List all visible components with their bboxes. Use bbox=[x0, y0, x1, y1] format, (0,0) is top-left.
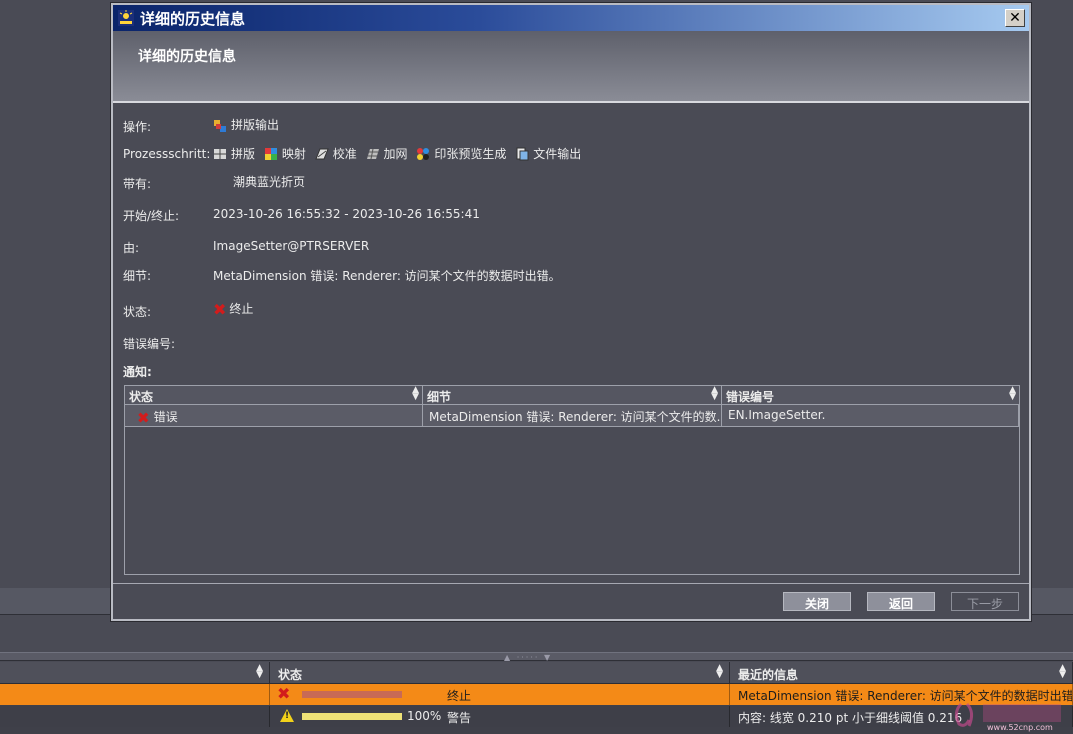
notifications-table: 状态 ▲ ▼ 细节 ▲ ▼ 错误编号 ▲ ▼ ✖ 错误 MetaDimension 错误… bbox=[124, 385, 1020, 575]
process-steps-label: Prozessschritt: bbox=[123, 147, 211, 161]
status-value-text: 终止 bbox=[229, 302, 254, 316]
status-label: 状态: bbox=[123, 305, 152, 319]
table-row[interactable]: ✖ 错误 MetaDimension 错误: Renderer: 访问某个文件的数… bbox=[125, 405, 1019, 427]
step-label: 加网 bbox=[383, 147, 408, 161]
column-header-error-number[interactable]: 错误编号 ▲ ▼ bbox=[722, 386, 1019, 405]
column-header-latest-message[interactable]: 最近的信息 ▲ ▼ bbox=[730, 662, 1073, 684]
notifications-label: 通知: bbox=[123, 365, 152, 379]
next-button[interactable]: 下一步 bbox=[951, 592, 1019, 611]
row-status-text: 错误 bbox=[153, 410, 178, 424]
sheet-preview-icon bbox=[417, 147, 430, 160]
by-label: 由: bbox=[123, 241, 140, 255]
error-icon: ✖ bbox=[137, 408, 150, 427]
progress-percent: 100% bbox=[407, 709, 442, 723]
app-icon bbox=[118, 10, 134, 26]
status-text: 终止 bbox=[447, 689, 472, 703]
back-button[interactable]: 返回 bbox=[867, 592, 935, 611]
step-screening: 加网 bbox=[366, 145, 408, 162]
step-sheet-preview: 印张预览生成 bbox=[416, 145, 506, 162]
history-details-dialog: 详细的历史信息 ✕ 详细的历史信息 操作: 拼版输出 Prozessschrit… bbox=[111, 3, 1031, 621]
sort-icon[interactable]: ▲ ▼ bbox=[716, 664, 723, 680]
step-mapping: 映射 bbox=[264, 145, 306, 162]
detail-label: 细节: bbox=[123, 269, 152, 283]
column-header-status-label: 状态 bbox=[278, 668, 303, 682]
table-row[interactable]: ✖ 终止 MetaDimension 错误: Renderer: 访问某个文件的… bbox=[0, 684, 1073, 705]
dialog-header: 详细的历史信息 bbox=[113, 31, 1029, 103]
watermark-text: www.52cnp.com bbox=[987, 723, 1053, 732]
process-steps: 拼版 映射 校准 加网 印张预览生成 文件输出 bbox=[213, 145, 586, 164]
row-cell-error-number: EN.ImageSetter. bbox=[722, 405, 1019, 426]
imposition-output-icon bbox=[214, 119, 226, 132]
operation-value-text: 拼版输出 bbox=[231, 118, 280, 132]
dialog-title: 详细的历史信息 bbox=[140, 10, 246, 28]
with-value: 潮典蓝光折页 bbox=[233, 175, 306, 189]
warning-icon: ! bbox=[280, 709, 294, 722]
error-icon: ✖ bbox=[277, 684, 291, 703]
column-header-label: 状态 bbox=[129, 390, 154, 404]
start-end-label: 开始/终止: bbox=[123, 209, 180, 223]
column-header-status[interactable]: 状态 ▲ ▼ bbox=[270, 662, 730, 684]
sort-icon[interactable]: ▲ ▼ bbox=[256, 664, 263, 680]
step-label: 文件输出 bbox=[533, 147, 582, 161]
sort-icon[interactable]: ▲ ▼ bbox=[412, 386, 419, 402]
row-cell-blank bbox=[0, 706, 270, 727]
screening-icon bbox=[366, 148, 379, 159]
detail-value: MetaDimension 错误: Renderer: 访问某个文件的数据时出错… bbox=[213, 269, 561, 283]
calibration-icon bbox=[314, 148, 329, 159]
step-label: 映射 bbox=[281, 147, 306, 161]
sort-icon[interactable]: ▲ ▼ bbox=[1009, 386, 1016, 402]
status-text: 警告 bbox=[447, 711, 472, 725]
row-cell-blank bbox=[0, 684, 270, 705]
panel-splitter[interactable]: ▲ ····· ▼ bbox=[0, 652, 1073, 662]
sort-icon[interactable]: ▲ ▼ bbox=[711, 386, 718, 402]
row-cell-status: ! 100% 警告 bbox=[270, 706, 730, 727]
dialog-titlebar[interactable]: 详细的历史信息 ✕ bbox=[113, 5, 1029, 31]
operation-value: 拼版输出 bbox=[213, 116, 279, 133]
progress-bar bbox=[302, 691, 402, 698]
with-label: 带有: bbox=[123, 177, 152, 191]
column-header-detail[interactable]: 细节 ▲ ▼ bbox=[423, 386, 722, 405]
step-label: 印张预览生成 bbox=[434, 147, 507, 161]
imposition-icon bbox=[214, 148, 226, 159]
table-row[interactable]: ! 100% 警告 内容: 线宽 0.210 pt 小于细线阈值 0.216 bbox=[0, 706, 1073, 727]
close-icon[interactable]: ✕ bbox=[1005, 9, 1025, 27]
job-status-table: ▲ ▼ 状态 ▲ ▼ 最近的信息 ▲ ▼ ✖ 终止 MetaDimension 错误:… bbox=[0, 662, 1073, 734]
row-cell-status: ✖ 错误 bbox=[125, 405, 423, 426]
row-cell-detail: MetaDimension 错误: Renderer: 访问某个文件的数... bbox=[423, 405, 722, 426]
step-file-output: 文件输出 bbox=[515, 145, 581, 162]
step-imposition: 拼版 bbox=[213, 145, 255, 162]
column-header-unnamed[interactable]: ▲ ▼ bbox=[0, 662, 270, 684]
progress-bar bbox=[302, 713, 402, 720]
column-header-label: 细节 bbox=[427, 390, 452, 404]
error-icon: ✖ bbox=[213, 300, 227, 319]
by-value: ImageSetter@PTRSERVER bbox=[213, 239, 370, 253]
mapping-icon bbox=[264, 147, 277, 160]
header-title: 详细的历史信息 bbox=[138, 49, 236, 65]
splitter-grip-icon[interactable]: ▲ ····· ▼ bbox=[504, 653, 552, 662]
site-watermark: www.52cnp.com bbox=[954, 702, 1061, 732]
row-cell-status: ✖ 终止 bbox=[270, 684, 730, 705]
footer-divider bbox=[113, 583, 1029, 584]
operation-label: 操作: bbox=[123, 120, 152, 134]
sort-icon[interactable]: ▲ ▼ bbox=[1059, 664, 1066, 680]
error-number-label: 错误编号: bbox=[123, 337, 176, 351]
column-header-latest-message-label: 最近的信息 bbox=[738, 668, 799, 682]
column-header-status[interactable]: 状态 ▲ ▼ bbox=[125, 386, 423, 405]
step-calibration: 校准 bbox=[314, 145, 357, 162]
file-output-icon bbox=[516, 147, 529, 160]
close-button[interactable]: 关闭 bbox=[783, 592, 851, 611]
status-value: ✖ 终止 bbox=[213, 300, 253, 319]
start-end-value: 2023-10-26 16:55:32 - 2023-10-26 16:55:4… bbox=[213, 207, 480, 221]
column-header-label: 错误编号 bbox=[726, 390, 775, 404]
step-label: 拼版 bbox=[231, 147, 256, 161]
step-label: 校准 bbox=[332, 147, 357, 161]
